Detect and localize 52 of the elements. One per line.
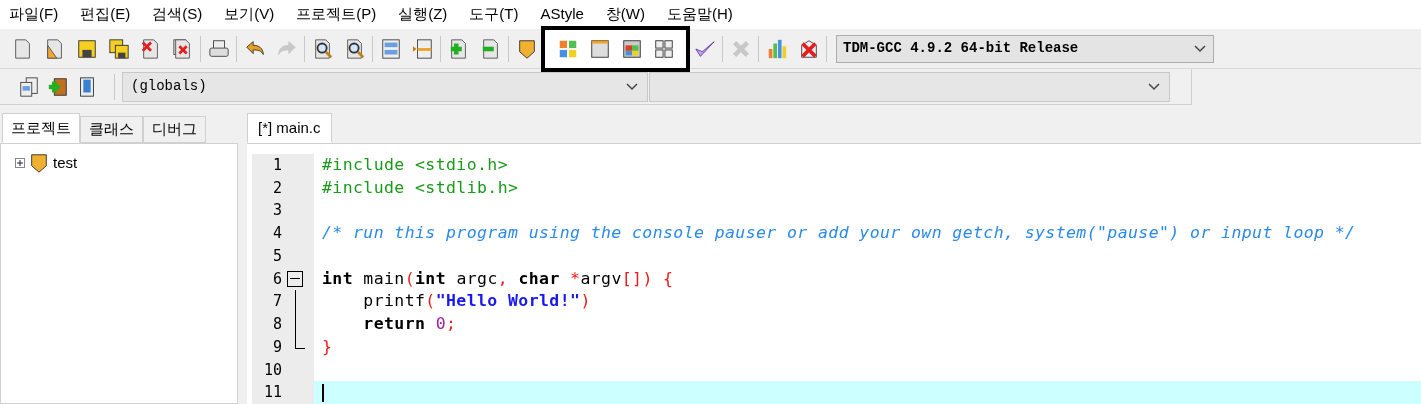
menu-item[interactable]: 보기(V) [224,3,275,26]
code-line: } [322,335,333,358]
editor-tab[interactable]: [*] main.c [247,112,332,143]
badge-icon [28,152,50,174]
panel-tab[interactable]: 클래스 [80,115,143,143]
line-number: 9 [271,336,282,358]
chevron-down-icon [625,81,639,92]
menu-item[interactable]: 프로젝트(P) [296,3,377,26]
line-number: 7 [271,291,282,313]
fold-end-line [294,335,305,350]
menu-item[interactable]: 도움말(H) [667,3,733,26]
menu-item[interactable]: 창(W) [605,3,645,26]
code-line: int main(int argc, char *argv[]) { [322,267,674,290]
chevron-down-icon [1147,81,1161,92]
horizontal-split-icon [379,37,402,60]
grid-icon [652,37,675,60]
text-cursor [322,383,324,402]
fold-collapse-icon[interactable] [287,270,303,287]
expand-icon[interactable] [15,158,25,168]
line-number: 3 [271,200,282,222]
plus-folder-icon [46,75,69,98]
colored-window-icon [620,37,643,60]
line-number: 8 [271,314,282,336]
menu-item[interactable]: 편집(E) [80,3,131,26]
code-line: #include <stdlib.h> [322,176,519,199]
code-line: printf("Hello World!") [362,290,591,313]
menu-item[interactable]: 검색(S) [152,3,203,26]
panel-tab[interactable]: 프로젝트 [2,112,80,143]
line-number: 10 [262,359,282,381]
vertical-split-icon [411,37,434,60]
chevron-down-icon [1193,43,1207,54]
code-line: #include <stdio.h> [322,153,508,176]
printer-icon [207,37,230,60]
documents-icon [17,75,40,98]
floppy-disks-icon [107,37,130,60]
menu-item[interactable]: 실행(Z) [398,3,448,26]
panel-tab[interactable]: 디버그 [143,115,206,143]
window-icon [588,37,611,60]
line-number: 1 [271,154,282,176]
menu-item[interactable]: 도구(T) [469,3,519,26]
line-number: 11 [262,382,282,404]
line-number: 5 [271,245,282,267]
code-line: return 0; [362,313,457,335]
compiler-select[interactable]: TDM-GCC 4.9.2 64-bit Release [836,34,1214,63]
line-number: 6 [271,268,282,290]
code-line: /* run this program using the console pauser or add your own getch, system("pause") or input loop */ [322,222,1356,244]
menu-item[interactable]: 파일(F) [9,3,59,26]
scope-select[interactable]: (globals) [122,71,648,102]
tree-item[interactable]: test [53,151,78,175]
line-number: 4 [271,223,282,245]
menu-item[interactable]: AStyle [540,3,584,26]
line-number: 2 [271,177,282,199]
